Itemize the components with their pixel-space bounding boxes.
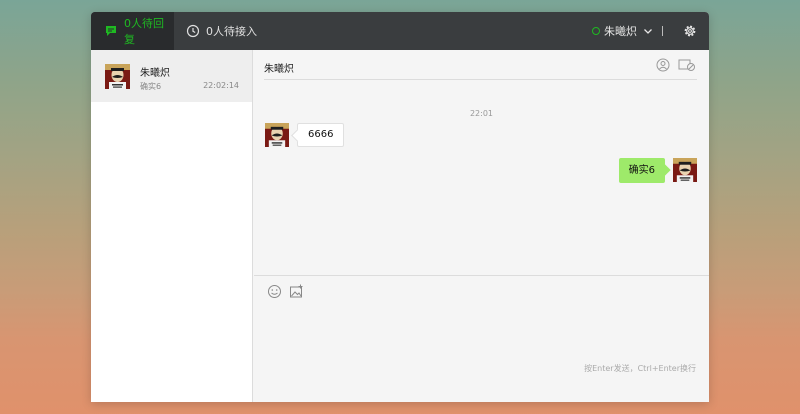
chat-header: 朱曦炽 <box>264 50 697 80</box>
send-hint: 按Enter发送，Ctrl+Enter换行 <box>584 364 696 373</box>
topbar-divider <box>662 26 663 36</box>
conversation-list: 朱曦炽 确实6 22:02:14 <box>91 50 253 402</box>
tab-pending-reply-label: 0人待回复 <box>124 17 164 46</box>
list-item[interactable]: 朱曦炽 确实6 22:02:14 <box>91 50 252 102</box>
top-bar: 0人待回复 0人待接入 朱曦炽 <box>91 12 709 50</box>
message-input-area[interactable]: 按Enter发送，Ctrl+Enter换行 <box>254 275 709 402</box>
user-status-menu[interactable]: 朱曦炽 <box>592 12 663 50</box>
tab-pending-access-label: 0人待接入 <box>206 25 257 38</box>
gear-icon[interactable] <box>683 24 697 38</box>
outgoing-message: 确实6 <box>618 158 665 183</box>
time-separator: 22:01 <box>469 109 494 118</box>
conversation-name: 朱曦炽 <box>140 68 170 79</box>
image-icon[interactable] <box>289 284 304 299</box>
emoji-icon[interactable] <box>267 284 282 299</box>
tab-pending-access[interactable]: 0人待接入 <box>186 12 257 50</box>
conversation-time: 22:02:14 <box>203 81 239 90</box>
transfer-user-icon[interactable] <box>655 58 671 72</box>
tab-pending-reply[interactable]: 0人待回复 <box>91 12 174 50</box>
chat-title: 朱曦炽 <box>264 64 294 75</box>
chat-window: 0人待回复 0人待接入 朱曦炽 朱曦炽 确实6 22:02:14 朱曦炽 22:… <box>91 12 709 402</box>
conversation-last-message: 确实6 <box>140 82 162 91</box>
chat-bubble-icon <box>104 24 118 38</box>
chat-panel: 朱曦炽 22:01 6666 确实6 按Enter发送，Ctrl+Enter换行 <box>254 50 709 402</box>
incoming-message: 6666 <box>297 123 345 147</box>
close-session-icon[interactable] <box>678 58 695 72</box>
chevron-down-icon <box>643 26 653 36</box>
avatar <box>105 64 130 89</box>
current-user-name: 朱曦炽 <box>604 25 637 38</box>
clock-icon <box>186 24 200 38</box>
avatar <box>673 158 697 182</box>
avatar <box>265 123 289 147</box>
online-status-dot <box>592 27 600 35</box>
